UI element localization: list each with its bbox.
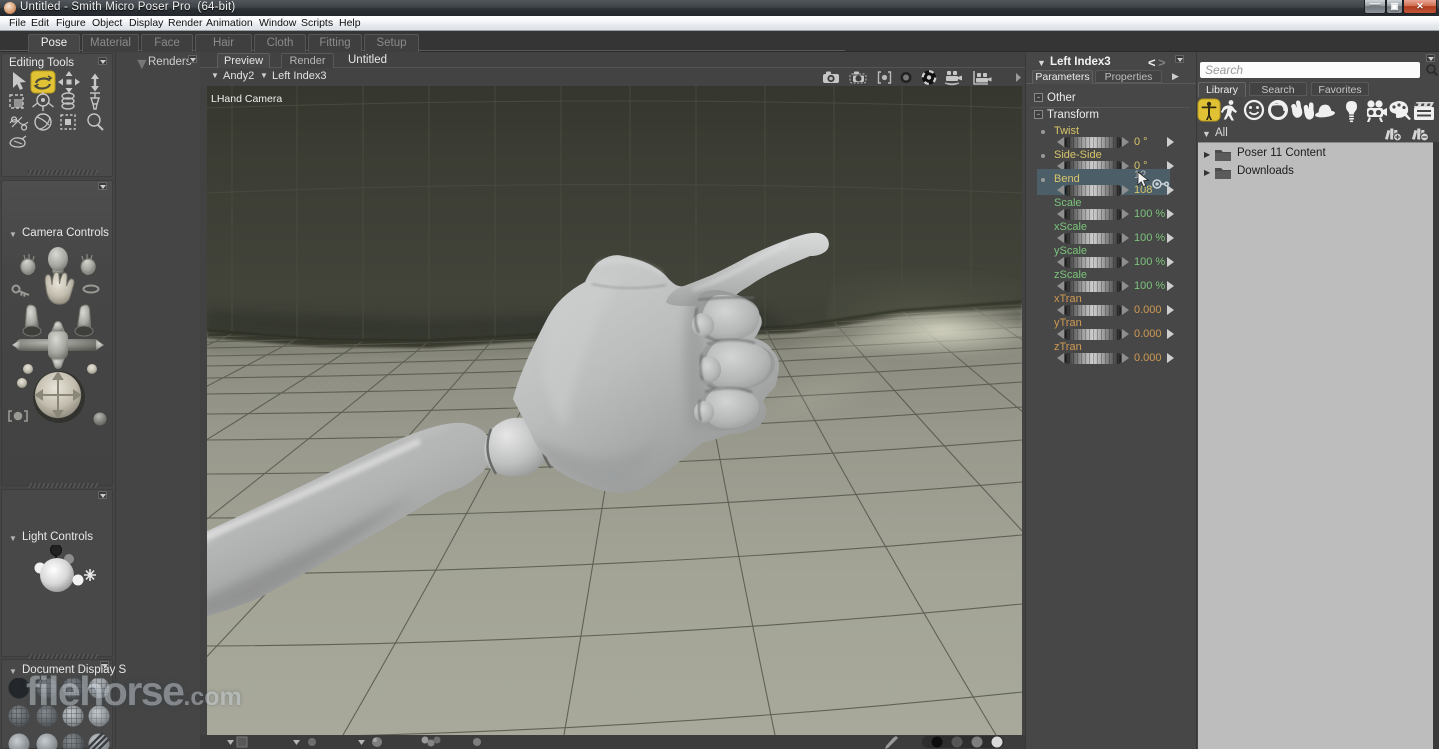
svg-text:LHand Camera: LHand Camera (211, 93, 282, 105)
